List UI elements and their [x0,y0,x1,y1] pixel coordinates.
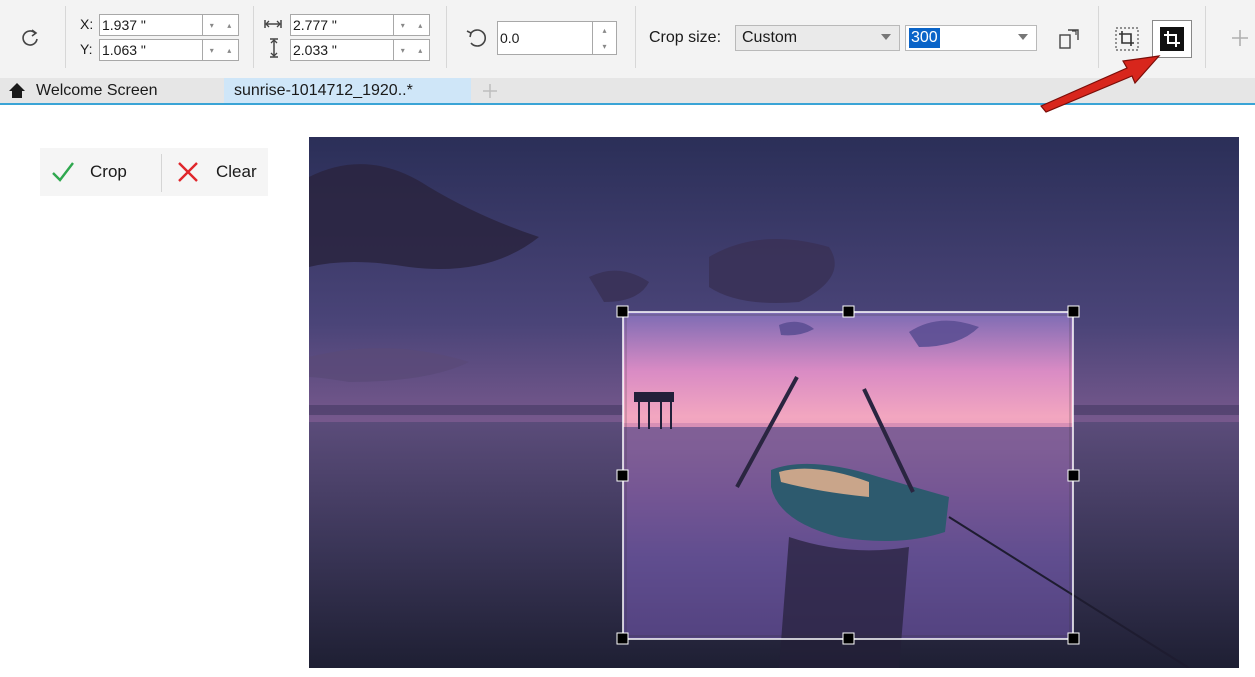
crop-handle-top-right[interactable] [1067,305,1080,318]
add-icon [1232,30,1248,46]
add-icon [483,84,497,98]
resolution-dropdown[interactable]: 300 [905,25,1037,51]
separator [635,6,636,68]
new-tab-button[interactable] [479,80,501,102]
rotation-field[interactable]: 0.0 ▴ ▾ [497,21,617,55]
y-spinner[interactable]: ▾ ▴ [203,39,239,61]
y-label: Y: [80,41,93,57]
swap-orientation-icon [1059,29,1079,49]
crop-handle-left[interactable] [616,469,629,482]
angle-icon [466,29,486,47]
clear-button[interactable]: Clear [176,148,268,196]
separator [253,6,254,68]
width-field[interactable]: 2.777 " ▾ ▴ [290,14,430,36]
x-icon [178,162,198,182]
document-canvas[interactable] [309,137,1239,668]
annotation-arrow [1040,55,1161,113]
chevron-down-icon [1018,34,1028,40]
chevron-down-icon [881,34,891,40]
x-position-value[interactable]: 1.937 " [99,14,203,36]
width-spinner[interactable]: ▾ ▴ [394,14,430,36]
separator [65,6,66,68]
tab-label: sunrise-1014712_1920..* [234,82,413,99]
add-button[interactable] [1228,26,1252,50]
crop-size-value: Custom [742,29,798,46]
crop-button[interactable]: Crop [46,148,156,196]
crop-handle-bottom[interactable] [842,632,855,645]
crop-marquee[interactable] [309,137,1239,668]
check-icon [52,162,74,182]
home-icon [9,83,25,98]
y-position-value[interactable]: 1.063 " [99,39,203,61]
x-label: X: [80,16,94,32]
x-position-field[interactable]: 1.937 " ▾ ▴ [99,14,239,36]
tab-label: Welcome Screen [36,82,158,99]
rotation-spinner[interactable]: ▴ ▾ [593,21,617,55]
x-spinner[interactable]: ▾ ▴ [203,14,239,36]
clear-label: Clear [216,162,257,181]
height-field[interactable]: 2.033 " ▾ ▴ [290,39,430,61]
height-icon [270,38,278,58]
separator [1205,6,1206,68]
crop-size-dropdown[interactable]: Custom [735,25,900,51]
crop-handle-bottom-left[interactable] [616,632,629,645]
width-value[interactable]: 2.777 " [290,14,394,36]
height-value[interactable]: 2.033 " [290,39,394,61]
crop-size-label: Crop size: [649,29,722,46]
separator [446,6,447,68]
tab-welcome-screen[interactable]: Welcome Screen [0,78,220,103]
height-spinner[interactable]: ▾ ▴ [394,39,430,61]
crop-outside-icon [1115,27,1139,51]
tab-document[interactable]: sunrise-1014712_1920..* [224,78,471,103]
crop-handle-right[interactable] [1067,469,1080,482]
crop-handle-top-left[interactable] [616,305,629,318]
rotation-value[interactable]: 0.0 [497,21,593,55]
rotate-icon [22,29,38,46]
crop-inside-icon [1160,27,1184,51]
y-position-field[interactable]: 1.063 " ▾ ▴ [99,39,239,61]
resolution-value[interactable]: 300 [909,28,940,48]
crop-handle-top[interactable] [842,305,855,318]
rotate-button[interactable] [18,26,42,50]
crop-label: Crop [90,162,127,181]
crop-toolbar-divider [161,154,162,192]
crop-handle-bottom-right[interactable] [1067,632,1080,645]
swap-orientation-button[interactable] [1056,26,1082,52]
width-icon [264,20,282,28]
